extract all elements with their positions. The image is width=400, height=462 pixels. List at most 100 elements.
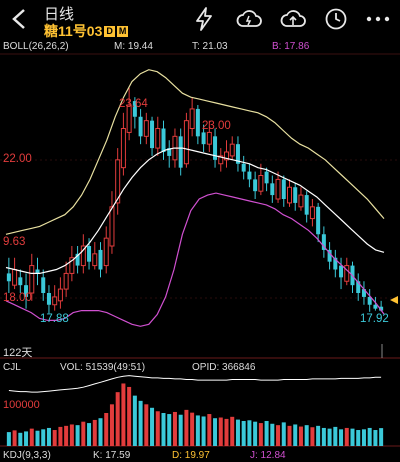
volume-bar <box>52 430 57 446</box>
price-label-22: 22.00 <box>3 153 32 165</box>
volume-bar <box>104 413 109 446</box>
volume-bar <box>12 430 17 446</box>
current-price-pointer-icon <box>390 296 398 304</box>
volume-bar <box>321 427 326 446</box>
volume-bar <box>75 425 80 446</box>
candle <box>218 148 224 172</box>
volume-bar <box>253 421 258 446</box>
candle <box>18 269 23 293</box>
volume-bar <box>224 418 229 446</box>
candle <box>223 140 230 168</box>
candle <box>120 112 126 176</box>
volume-bar <box>201 416 206 446</box>
boll-lower-line <box>5 192 385 327</box>
volume-bar <box>270 423 275 446</box>
candle <box>195 105 200 145</box>
candle <box>298 187 304 211</box>
volume-axis-label: 100000 <box>3 399 40 411</box>
candle <box>270 175 275 203</box>
volume-bar <box>379 428 384 446</box>
candle <box>309 199 315 227</box>
candle <box>178 128 183 176</box>
price-label-963: 9.63 <box>3 236 26 248</box>
volume-bar <box>69 424 74 446</box>
volume-bar <box>213 418 218 446</box>
volume-bar <box>24 431 29 446</box>
candle <box>98 242 103 278</box>
candle <box>155 116 161 156</box>
volume-bar <box>109 404 114 446</box>
candle <box>247 163 252 188</box>
candle <box>103 226 109 274</box>
volume-bar <box>350 428 355 446</box>
candle <box>281 175 286 207</box>
kdj-label: KDJ(9,3,3) <box>3 450 51 461</box>
volume-bar <box>6 432 11 446</box>
boll-mid-line <box>5 147 385 274</box>
candle <box>189 97 195 137</box>
candle <box>333 249 338 278</box>
high-annotation-2: 23.00 <box>202 120 231 132</box>
candle <box>339 257 344 290</box>
volume-bar <box>178 414 183 446</box>
candle <box>75 246 80 274</box>
low-annotation-1: 17.88 <box>40 313 69 325</box>
candle <box>304 191 309 223</box>
candle <box>161 120 166 160</box>
kline-chart[interactable] <box>0 0 400 462</box>
volume-bar <box>127 386 132 446</box>
cjl-label: CJL <box>3 362 21 373</box>
opid-value: OPID: 366846 <box>192 362 256 373</box>
low-annotation-2: 17.92 <box>360 313 389 325</box>
volume-bar <box>41 429 46 446</box>
candle <box>293 183 298 211</box>
volume-bar <box>98 418 103 446</box>
candle <box>69 246 75 282</box>
days-count: 122天 <box>3 347 33 359</box>
volume-bar <box>115 392 120 446</box>
high-annotation-1: 23.64 <box>119 98 148 110</box>
candle <box>264 167 269 192</box>
candle <box>41 269 46 301</box>
candle <box>57 277 63 309</box>
candle <box>115 148 121 215</box>
candle <box>286 179 293 207</box>
volume-bar <box>293 424 298 446</box>
volume-bar <box>373 430 378 446</box>
volume-bar <box>207 414 212 446</box>
volume-bar <box>316 425 321 446</box>
volume-bar <box>46 427 51 446</box>
candle <box>6 257 11 293</box>
candle <box>229 136 235 160</box>
volume-bar <box>361 429 366 446</box>
volume-bar <box>92 419 97 446</box>
candle <box>321 226 326 258</box>
opid-line <box>8 375 382 393</box>
candle <box>367 289 372 312</box>
volume-bar <box>281 422 286 446</box>
candle <box>46 285 51 314</box>
volume-bar <box>339 429 344 446</box>
candle <box>138 108 143 145</box>
volume-bar <box>298 426 303 446</box>
volume-bar <box>247 420 252 446</box>
candle <box>235 136 240 172</box>
candle <box>241 155 246 180</box>
candle <box>356 273 361 301</box>
volume-bar <box>35 430 40 446</box>
candle <box>361 281 366 305</box>
kdj-k-value: K: 17.59 <box>93 450 131 461</box>
price-label-18: 18.00 <box>3 292 32 304</box>
volume-bar <box>18 432 23 446</box>
volume-bar <box>121 383 126 446</box>
volume-bar <box>144 404 149 446</box>
candle <box>143 112 149 145</box>
candle <box>126 87 132 141</box>
volume-bar <box>327 428 332 446</box>
candle <box>316 202 321 243</box>
candle <box>213 128 218 168</box>
volume-bar <box>276 425 281 446</box>
volume-bar <box>138 400 143 446</box>
volume-bar <box>241 420 246 446</box>
volume-bar <box>218 417 223 446</box>
